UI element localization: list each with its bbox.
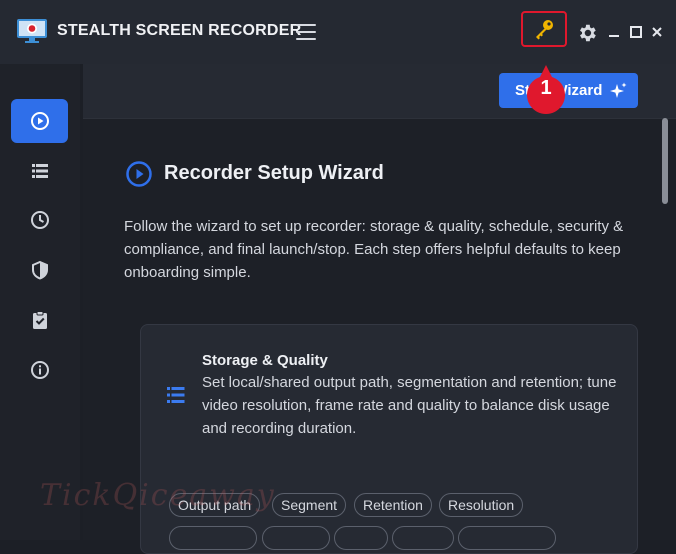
shield-icon — [31, 260, 48, 280]
sidebar-item-recorder[interactable] — [11, 99, 68, 143]
license-key-button[interactable] — [521, 11, 567, 47]
play-circle-icon — [126, 161, 152, 187]
chip-partial[interactable] — [458, 526, 556, 550]
app-logo-icon — [17, 19, 47, 43]
title-bar: STEALTH SCREEN RECORDER — [0, 0, 676, 64]
chip-retention[interactable]: Retention — [354, 493, 432, 517]
sidebar-item-tasks[interactable] — [11, 298, 68, 342]
menu-button[interactable] — [296, 24, 316, 40]
info-icon — [30, 361, 49, 379]
chip-partial[interactable] — [262, 526, 330, 550]
chip-segment[interactable]: Segment — [272, 493, 347, 517]
settings-gear-icon[interactable] — [576, 22, 598, 44]
page-title: Recorder Setup Wizard — [164, 162, 384, 184]
card-description: Set local/shared output path, segmentati… — [202, 374, 617, 437]
watermark: TickQiceaway — [40, 478, 276, 513]
minimize-icon[interactable] — [606, 24, 622, 40]
sidebar-item-schedule[interactable] — [11, 198, 68, 242]
sidebar-item-security[interactable] — [11, 248, 68, 292]
close-icon[interactable] — [649, 24, 665, 40]
chip-partial[interactable] — [169, 526, 257, 550]
play-circle-icon — [30, 112, 49, 130]
app-title: STEALTH SCREEN RECORDER — [57, 22, 302, 39]
list-icon — [31, 164, 48, 178]
key-icon — [536, 20, 553, 40]
chip-partial[interactable] — [392, 526, 454, 550]
sidebar-item-list[interactable] — [11, 149, 68, 193]
scrollbar-thumb[interactable] — [662, 118, 668, 204]
start-wizard-button[interactable]: Start Wizard — [499, 73, 638, 108]
list-icon — [167, 387, 185, 403]
action-bar: Start Wizard — [83, 64, 676, 119]
maximize-icon[interactable] — [628, 24, 644, 40]
menu-icon — [296, 24, 316, 26]
intro-text: Follow the wizard to set up recorder: st… — [124, 218, 624, 281]
card-title: Storage & Quality — [202, 352, 328, 369]
sparkle-icon — [610, 82, 627, 98]
chip-partial[interactable] — [334, 526, 388, 550]
clock-icon — [30, 211, 49, 229]
callout-number: 1 — [540, 77, 552, 99]
sidebar — [0, 64, 80, 540]
sidebar-item-about[interactable] — [11, 348, 68, 392]
chip-resolution[interactable]: Resolution — [439, 493, 524, 517]
clipboard-check-icon — [32, 311, 47, 329]
